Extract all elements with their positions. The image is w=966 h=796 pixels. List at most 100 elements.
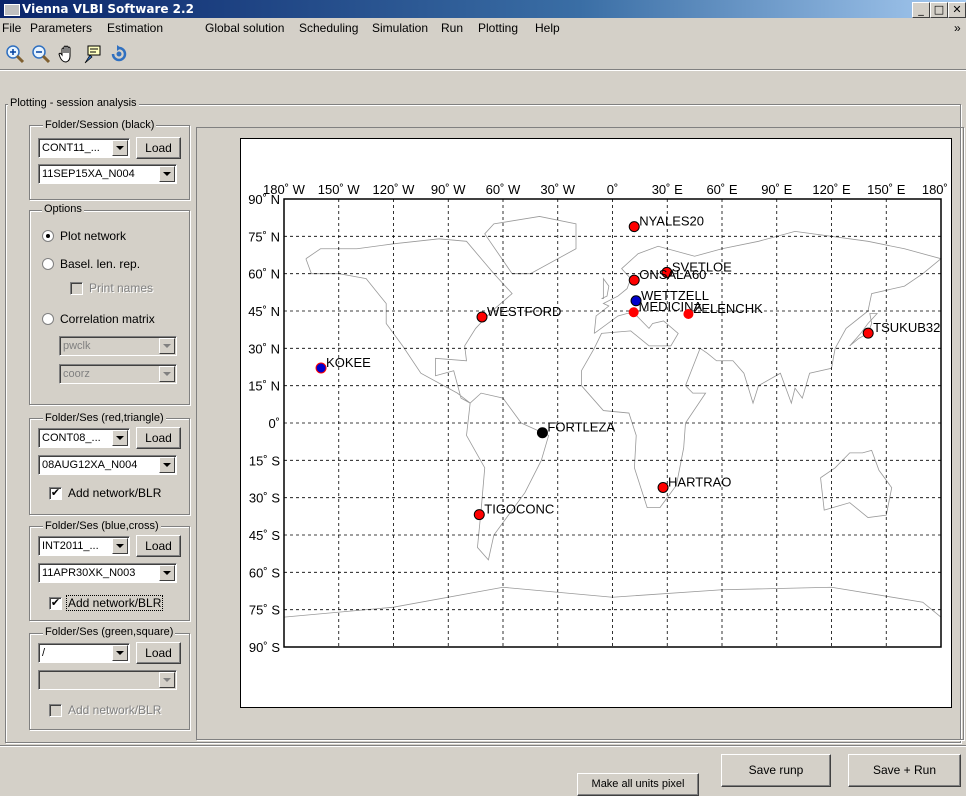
- station-label: WESTFORD: [487, 304, 561, 319]
- coastline: [484, 216, 577, 275]
- lat-tick-label: 45˚ S: [249, 528, 280, 543]
- data-cursor-icon[interactable]: [82, 43, 104, 65]
- station-label: NYALES20: [639, 214, 704, 229]
- rotate-3d-icon[interactable]: [108, 43, 130, 65]
- add-network-red-label[interactable]: Add network/BLR: [68, 486, 161, 500]
- station-marker[interactable]: [683, 308, 694, 319]
- toolbar: [0, 38, 966, 68]
- menu-estimation[interactable]: Estimation: [107, 21, 163, 35]
- menu-file[interactable]: File: [2, 21, 21, 35]
- station-marker[interactable]: [536, 427, 548, 439]
- station-marker[interactable]: [628, 307, 639, 318]
- menu-run[interactable]: Run: [441, 21, 463, 35]
- basel-len-rep-label[interactable]: Basel. len. rep.: [60, 257, 140, 271]
- station-label: FORTLEZA: [547, 420, 615, 435]
- station-marker[interactable]: [657, 481, 669, 493]
- station-label: KOKEE: [326, 355, 371, 370]
- minimize-button[interactable]: _: [912, 2, 930, 18]
- chevron-down-icon: [112, 140, 128, 156]
- lat-tick-label: 90˚ S: [249, 640, 280, 655]
- lon-tick-label: 30˚ E: [652, 182, 683, 197]
- stations-layer: NYALES20SVETLOEONSALA60WETTZELLMEDICINAZ…: [315, 214, 940, 521]
- station-marker[interactable]: [476, 311, 488, 323]
- correlation-matrix-radio[interactable]: [42, 313, 54, 325]
- zoom-in-icon[interactable]: [4, 43, 26, 65]
- app-icon: [4, 4, 20, 16]
- station-label: TIGOCONC: [484, 502, 554, 517]
- menu-overflow-chevron[interactable]: »: [954, 21, 961, 35]
- session-blue-select[interactable]: 11APR30XK_N003: [38, 563, 177, 583]
- lon-tick-label: 30˚ W: [540, 182, 575, 197]
- lat-tick-label: 0˚: [268, 416, 280, 431]
- menu-plotting[interactable]: Plotting: [478, 21, 518, 35]
- param2-value: coorz: [63, 368, 90, 380]
- basel-len-rep-radio[interactable]: [42, 258, 54, 270]
- station-label: HARTRAO: [668, 474, 731, 489]
- lon-tick-label: 120˚ E: [812, 182, 851, 197]
- station-marker[interactable]: [862, 327, 874, 339]
- folder-red-load-button[interactable]: Load: [136, 427, 181, 449]
- make-all-units-pixel-button[interactable]: Make all units pixel: [577, 773, 699, 796]
- chevron-down-icon: [159, 672, 175, 688]
- folder-black-select[interactable]: CONT11_...: [38, 138, 130, 158]
- zoom-out-icon[interactable]: [30, 43, 52, 65]
- lat-tick-label: 75˚ S: [249, 603, 280, 618]
- folder-blue-select[interactable]: INT2011_...: [38, 536, 130, 556]
- menu-global-solution[interactable]: Global solution: [205, 21, 284, 35]
- title-bar: Vienna VLBI Software 2.2 _ □ ✕: [0, 0, 966, 18]
- menu-help[interactable]: Help: [535, 21, 560, 35]
- world-map-plot[interactable]: 180˚ W 150˚ W 120˚ W 90˚ W 60˚ W 30˚ W 0˚ 30˚ E…: [241, 139, 951, 707]
- chevron-down-icon: [159, 457, 175, 473]
- folder-red-value: CONT08_...: [42, 432, 101, 444]
- lon-tick-label: 150˚ E: [867, 182, 906, 197]
- lon-tick-label: 120˚ W: [373, 182, 416, 197]
- add-network-blue-checkbox[interactable]: ✔: [49, 597, 62, 610]
- pan-hand-icon[interactable]: [56, 43, 78, 65]
- window-title: Vienna VLBI Software 2.2: [22, 2, 194, 16]
- session-black-value: 11SEP15XA_N004: [42, 168, 135, 180]
- folder-black-load-button[interactable]: Load: [136, 137, 181, 159]
- station-marker[interactable]: [315, 362, 327, 374]
- print-names-label: Print names: [89, 281, 154, 295]
- station-label: ONSALA60: [639, 267, 706, 282]
- maximize-button[interactable]: □: [930, 2, 948, 18]
- session-black-select[interactable]: 11SEP15XA_N004: [38, 164, 177, 184]
- menu-simulation[interactable]: Simulation: [372, 21, 428, 35]
- lat-tick-label: 75˚ N: [248, 229, 280, 244]
- lon-tick-label: 0˚: [607, 182, 619, 197]
- chevron-down-icon: [112, 430, 128, 446]
- options-label: Options: [42, 203, 84, 215]
- folder-red-select[interactable]: CONT08_...: [38, 428, 130, 448]
- add-network-blue-label[interactable]: Add network/BLR: [66, 595, 164, 611]
- save-runp-button[interactable]: Save runp: [721, 754, 831, 787]
- param1-select[interactable]: pwclk: [59, 336, 177, 356]
- map-figure[interactable]: 180˚ W 150˚ W 120˚ W 90˚ W 60˚ W 30˚ W 0˚ 30˚ E…: [240, 138, 952, 708]
- menu-bar: File Parameters Estimation Global soluti…: [0, 18, 966, 38]
- session-green-select[interactable]: [38, 670, 177, 690]
- lat-tick-label: 15˚ S: [249, 453, 280, 468]
- close-button[interactable]: ✕: [948, 2, 966, 18]
- station-marker[interactable]: [628, 274, 640, 286]
- folder-green-select[interactable]: /: [38, 643, 130, 663]
- folder-blue-load-button[interactable]: Load: [136, 535, 181, 557]
- correlation-matrix-label[interactable]: Correlation matrix: [60, 312, 155, 326]
- lon-tick-label: 60˚ W: [486, 182, 521, 197]
- station-marker[interactable]: [473, 509, 485, 521]
- station-marker[interactable]: [628, 221, 640, 233]
- menu-parameters[interactable]: Parameters: [30, 21, 92, 35]
- save-run-button[interactable]: Save + Run: [848, 754, 961, 787]
- station-label: TSUKUB32: [873, 320, 940, 335]
- plot-network-label[interactable]: Plot network: [60, 229, 126, 243]
- param2-select[interactable]: coorz: [59, 364, 177, 384]
- lat-tick-label: 90˚ N: [248, 192, 280, 207]
- folder-black-value: CONT11_...: [42, 142, 100, 154]
- axis-labels: 180˚ W 150˚ W 120˚ W 90˚ W 60˚ W 30˚ W 0˚ 30˚ E…: [248, 182, 951, 655]
- add-network-green-checkbox[interactable]: [49, 704, 62, 717]
- menu-scheduling[interactable]: Scheduling: [299, 21, 358, 35]
- plot-network-radio[interactable]: [42, 230, 54, 242]
- print-names-checkbox[interactable]: [70, 282, 83, 295]
- folder-green-load-button[interactable]: Load: [136, 642, 181, 664]
- add-network-red-checkbox[interactable]: ✔: [49, 487, 62, 500]
- session-red-select[interactable]: 08AUG12XA_N004: [38, 455, 177, 475]
- chevron-down-icon: [112, 538, 128, 554]
